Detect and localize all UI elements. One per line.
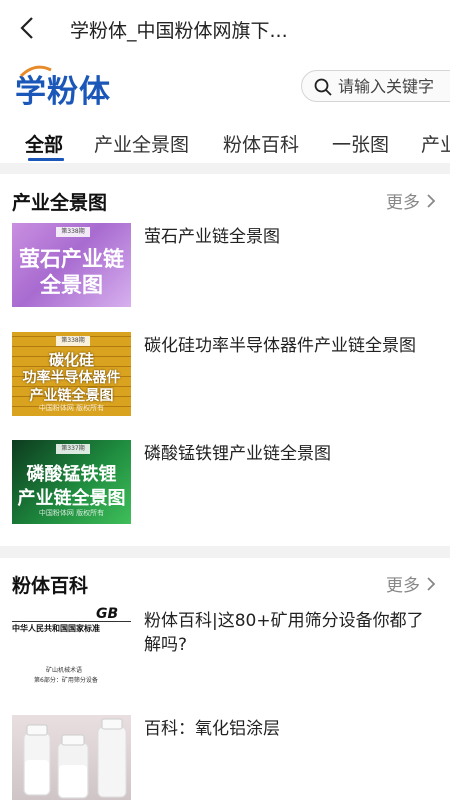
search-icon [314,78,332,96]
thumb-caption: 第6部分：矿用筛分设备 [34,677,98,684]
thumb-caption: 矿山机械术语 [46,667,83,674]
thumb-watermark: 中国粉体网 版权所有 [38,404,105,412]
page-title: 学粉体_中国粉体网旗下... [70,20,288,42]
list-item[interactable]: 第337期 磷酸锰铁锂 产业链全景图 中国粉体网 版权所有 磷酸锰铁锂产业链全景… [12,440,442,526]
brand-logo[interactable]: 学粉体 [15,65,111,110]
thumb-caption: 全景图 [40,273,103,297]
thumbnail-image: 第338期 萤石产业链 全景图 [12,223,131,307]
list-item[interactable]: 百科：氧化铝涂层 [12,715,442,800]
more-label: 更多 [386,193,420,213]
thumb-rule [12,621,131,622]
thumbnail-image: 第337期 磷酸锰铁锂 产业链全景图 中国粉体网 版权所有 [12,440,131,524]
tab-powder-encyclopedia[interactable]: 粉体百科 [223,130,299,157]
top-bar: 学粉体_中国粉体网旗下... [0,0,450,58]
list-item[interactable]: GB 中华人民共和国国家标准 矿山机械术语 第6部分：矿用筛分设备 粉体百科|这… [12,607,442,697]
back-arrow-icon[interactable] [14,14,42,42]
thumb-caption: 产业链全景图 [17,488,126,509]
search-input[interactable] [338,75,450,97]
thumb-caption: 产业链全景图 [29,388,114,404]
item-title: 粉体百科|这80+矿用筛分设备你都了解吗? [144,611,424,655]
search-box[interactable] [301,70,450,102]
list-item[interactable]: 第338期 萤石产业链 全景图 萤石产业链全景图 [12,223,442,309]
gb-logo: GB [96,607,119,622]
section-title: 产业全景图 [12,192,108,214]
category-tabs: 全部 产业全景图 粉体百科 一张图 产业 [0,126,450,162]
more-label: 更多 [386,576,420,596]
section-divider [0,546,450,558]
tab-industry-panorama[interactable]: 产业全景图 [94,130,189,157]
thumb-caption: 中华人民共和国国家标准 [12,624,100,633]
section-title: 粉体百科 [12,575,89,597]
thumb-caption: 功率半导体器件 [22,370,121,386]
thumbnail-image [12,715,131,800]
bottles-image [23,718,127,799]
tab-all[interactable]: 全部 [25,130,63,157]
tab-one-picture[interactable]: 一张图 [332,130,389,157]
list-item[interactable]: 第338期 碳化硅 功率半导体器件 产业链全景图 中国粉体网 版权所有 碳化硅功… [12,332,442,418]
item-title: 萤石产业链全景图 [144,227,280,247]
chevron-right-icon [427,576,436,591]
more-link[interactable]: 更多 [386,188,436,213]
logo-swoosh-icon [19,65,52,78]
item-title: 百科：氧化铝涂层 [144,719,280,739]
brand-logo-text: 学粉体 [15,74,111,110]
thumb-caption: 磷酸锰铁锂 [26,464,117,485]
tab-industry[interactable]: 产业 [421,130,450,157]
thumbnail-image: 第338期 碳化硅 功率半导体器件 产业链全景图 中国粉体网 版权所有 [12,332,131,416]
item-title: 碳化硅功率半导体器件产业链全景图 [144,336,416,356]
section-divider [0,163,450,174]
thumb-issue: 第338期 [56,227,90,237]
thumb-watermark: 中国粉体网 版权所有 [38,509,105,517]
thumbnail-image: GB 中华人民共和国国家标准 矿山机械术语 第6部分：矿用筛分设备 [12,607,131,695]
active-tab-indicator [28,158,64,161]
thumb-issue: 第338期 [56,336,90,346]
more-link[interactable]: 更多 [386,571,436,596]
thumb-issue: 第337期 [56,444,90,454]
chevron-right-icon [427,193,436,208]
item-title: 磷酸锰铁锂产业链全景图 [144,444,331,464]
